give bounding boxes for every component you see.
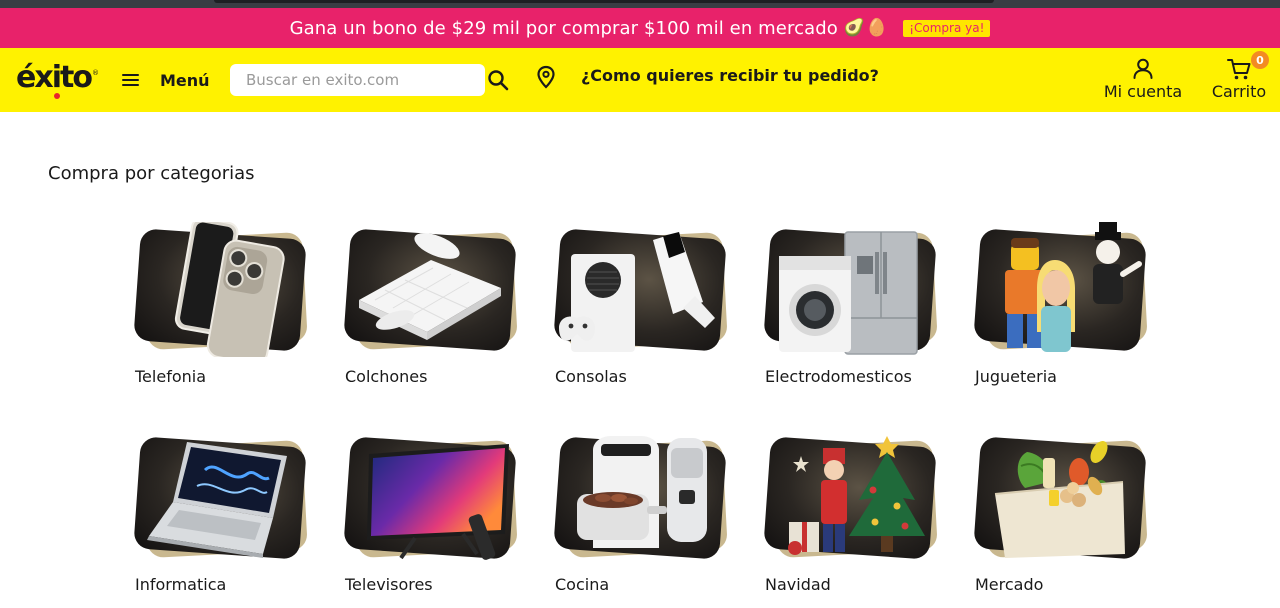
category-label: Navidad (765, 575, 831, 594)
appliances-icon (779, 231, 918, 355)
logo-text: éxito (16, 60, 93, 95)
category-image (553, 222, 728, 357)
promo-cta-button[interactable]: ¡Compra ya! (903, 19, 991, 37)
category-label: Colchones (345, 367, 428, 386)
christmas-tree-icon (788, 436, 925, 555)
delivery-option-link[interactable]: ¿Como quieres recibir tu pedido? (581, 66, 879, 85)
category-card-consolas[interactable]: Consolas (553, 222, 765, 430)
category-card-mercado[interactable]: Mercado (973, 430, 1185, 608)
television-icon (367, 444, 509, 560)
kitchen-appliances-icon (577, 436, 707, 548)
location-pin-icon[interactable] (535, 65, 557, 89)
browser-top-strip (0, 0, 1280, 8)
browser-tab (214, 0, 994, 3)
cart-icon (1227, 59, 1251, 80)
cart-button[interactable]: Carrito 0 (1206, 51, 1272, 101)
category-card-cocina[interactable]: Cocina (553, 430, 765, 608)
promo-banner[interactable]: Gana un bono de $29 mil por comprar $100… (0, 8, 1280, 48)
game-console-icon (559, 232, 715, 352)
category-card-navidad[interactable]: Navidad (763, 430, 975, 608)
category-image (133, 222, 308, 357)
category-card-televisores[interactable]: Televisores (343, 430, 555, 608)
avocado-icon: 🥑 (843, 18, 866, 38)
category-image (973, 430, 1148, 565)
mattress-icon (359, 233, 501, 340)
category-image (133, 430, 308, 565)
egg-icon: 🥚 (866, 18, 888, 38)
category-label: Mercado (975, 575, 1044, 594)
user-icon (1133, 58, 1153, 79)
account-label: Mi cuenta (1103, 82, 1183, 101)
category-grid: Telefonia Colchones Consolas Electrodome… (133, 222, 1155, 608)
category-image (343, 222, 518, 357)
search-input[interactable] (230, 64, 485, 96)
smartphone-icon (174, 222, 285, 357)
toys-icon (1005, 222, 1142, 352)
laptop-icon (147, 442, 287, 558)
category-card-telefonia[interactable]: Telefonia (133, 222, 345, 430)
category-image (763, 430, 938, 565)
section-title: Compra por categorias (48, 163, 255, 184)
category-card-jugueteria[interactable]: Jugueteria (973, 222, 1185, 430)
category-label: Jugueteria (975, 367, 1057, 386)
category-label: Informatica (135, 575, 227, 594)
category-image (763, 222, 938, 357)
cart-label: Carrito (1211, 82, 1267, 101)
logo-dot (54, 93, 60, 99)
category-image (553, 430, 728, 565)
category-card-colchones[interactable]: Colchones (343, 222, 555, 430)
cart-count-badge: 0 (1251, 51, 1269, 69)
category-card-electrodomesticos[interactable]: Electrodomesticos (763, 222, 975, 430)
category-card-informatica[interactable]: Informatica (133, 430, 345, 608)
search-icon[interactable] (486, 68, 510, 92)
promo-text: Gana un bono de $29 mil por comprar $100… (289, 17, 838, 39)
category-label: Telefonia (135, 367, 206, 386)
hamburger-icon (122, 74, 139, 86)
category-label: Consolas (555, 367, 627, 386)
category-image (343, 430, 518, 565)
exito-logo[interactable]: éxito ® (16, 60, 99, 99)
category-label: Televisores (345, 575, 433, 594)
category-image (973, 222, 1148, 357)
promo-icons: 🥑 🥚 (844, 18, 887, 38)
grocery-bag-icon (994, 441, 1125, 558)
menu-button[interactable]: Menú (122, 66, 210, 94)
menu-label: Menú (160, 70, 210, 90)
my-account-button[interactable]: Mi cuenta (1100, 56, 1186, 101)
registered-mark: ® (91, 69, 99, 77)
category-label: Cocina (555, 575, 610, 594)
category-label: Electrodomesticos (765, 367, 912, 386)
